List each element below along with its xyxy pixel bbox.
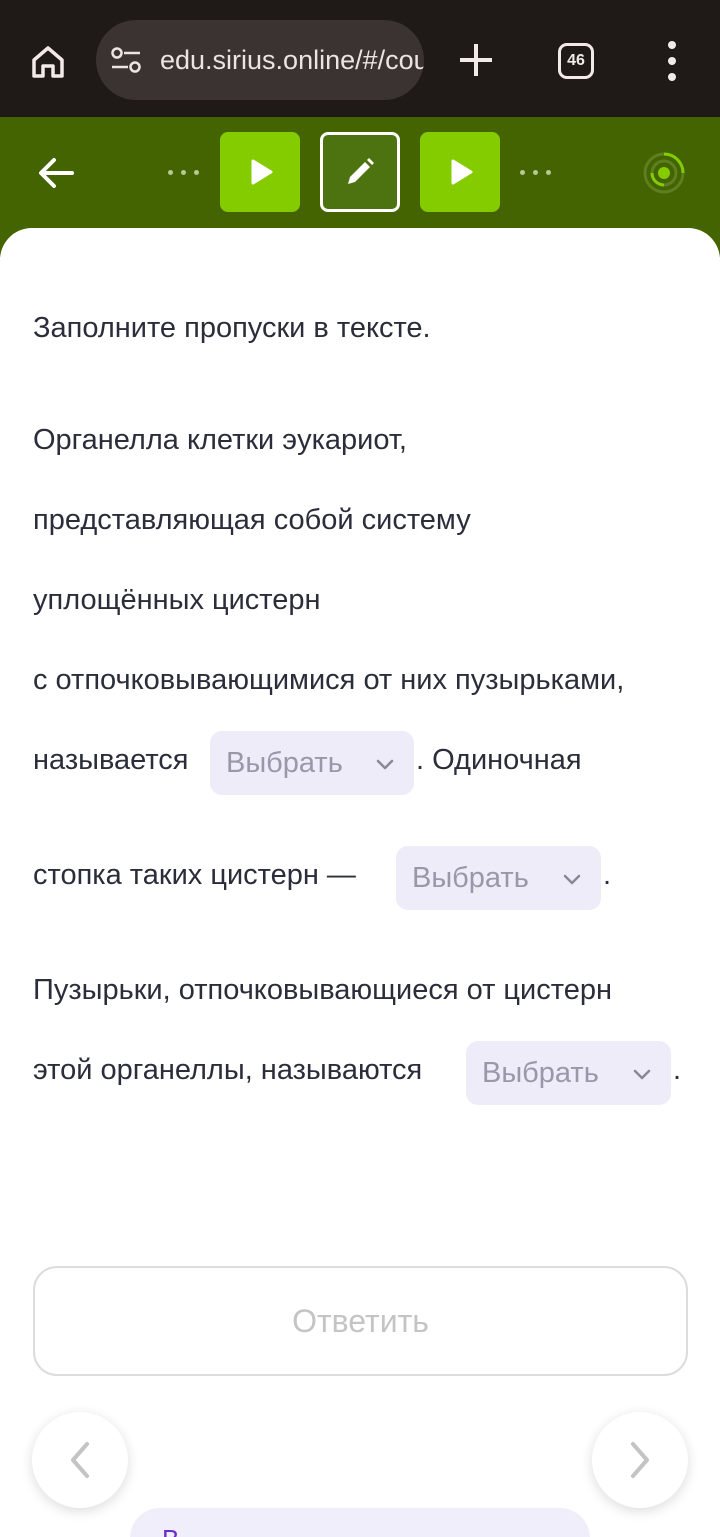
task-text-line: называется [33,744,189,776]
prev-step-button[interactable] [32,1412,128,1508]
answer-button[interactable]: Ответить [33,1266,688,1376]
step-video-1[interactable] [220,132,300,212]
pencil-icon [348,158,374,184]
answer-button-label: Ответить [292,1302,429,1339]
blank-select-1[interactable]: Выбрать [210,731,414,795]
task-text-line: с отпочковывающимися от них пузырьками, [33,664,625,696]
address-bar[interactable]: edu.sirius.online/#/course [96,20,424,100]
more-vert-icon[interactable] [664,41,680,81]
select-placeholder: Выбрать [412,861,529,894]
bottom-action-pill[interactable]: В [130,1508,590,1537]
chevron-left-icon [71,1442,89,1478]
more-steps-left[interactable] [168,170,199,175]
chevron-down-icon [563,874,581,885]
select-placeholder: Выбрать [482,1056,599,1089]
progress-ring-icon[interactable] [642,151,686,195]
blank-select-3[interactable]: Выбрать [466,1041,671,1105]
task-text-line: стопка таких цистерн — [33,859,356,891]
more-steps-right[interactable] [520,170,551,175]
select-placeholder: Выбрать [226,746,343,779]
browser-toolbar: edu.sirius.online/#/course 46 [0,0,720,117]
play-icon [451,159,473,185]
home-icon[interactable] [22,36,74,88]
tab-count: 46 [567,52,585,69]
task-text-line: этой органеллы, называются [33,1054,423,1086]
arrow-back-icon[interactable] [34,151,78,195]
step-task-current[interactable] [320,132,400,212]
task-text-line: . Одиночная [416,744,582,776]
url-text: edu.sirius.online/#/course [160,45,424,75]
tabs-icon[interactable]: 46 [558,43,594,79]
plus-icon[interactable] [456,40,496,80]
play-icon [251,159,273,185]
site-settings-icon[interactable] [110,46,142,74]
task-text-line: Органелла клетки эукариот, [33,424,407,456]
chevron-right-icon [631,1442,649,1478]
chevron-down-icon [376,759,394,770]
blank-select-2[interactable]: Выбрать [396,846,601,910]
task-text-line: Пузырьки, отпочковывающиеся от цистерн [33,974,612,1006]
step-video-2[interactable] [420,132,500,212]
task-instruction: Заполните пропуски в тексте. [33,312,431,344]
next-step-button[interactable] [592,1412,688,1508]
task-text-line: представляющая собой систему [33,504,471,536]
task-text-line: . [603,859,612,891]
task-text-line: уплощённых цистерн [33,584,321,616]
bottom-action-label: В [162,1524,179,1537]
chevron-down-icon [633,1069,651,1080]
task-text-line: . [673,1054,682,1086]
